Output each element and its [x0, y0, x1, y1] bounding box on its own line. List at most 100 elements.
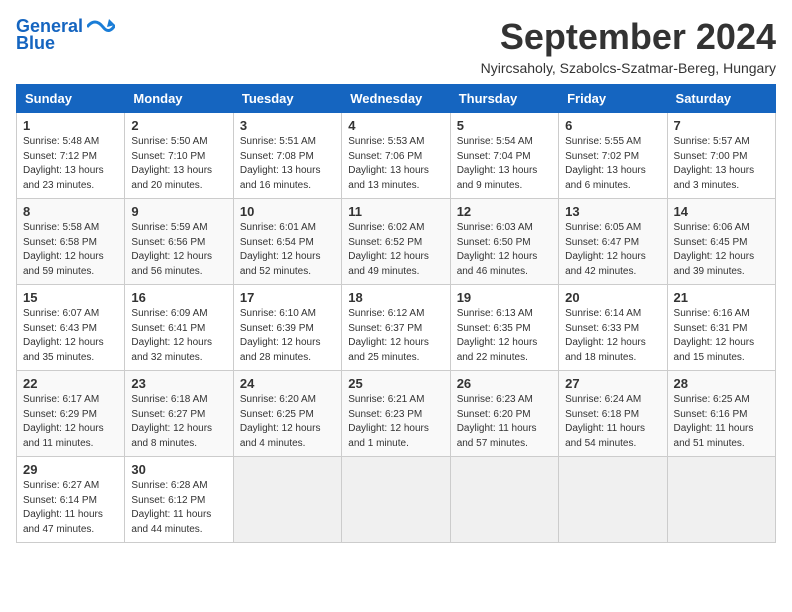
calendar-cell: 5 Sunrise: 5:54 AM Sunset: 7:04 PM Daylig… — [450, 113, 558, 199]
day-detail: Sunrise: 6:10 AM Sunset: 6:39 PM Dayligh… — [240, 307, 335, 365]
day-detail: Sunrise: 6:06 AM Sunset: 6:45 PM Dayligh… — [674, 221, 769, 279]
day-number: 3 — [240, 118, 335, 133]
day-number: 30 — [131, 462, 226, 477]
day-detail: Sunrise: 5:58 AM Sunset: 6:58 PM Dayligh… — [23, 221, 118, 279]
calendar-cell: 15 Sunrise: 6:07 AM Sunset: 6:43 PM Dayli… — [17, 285, 125, 371]
header-friday: Friday — [559, 85, 667, 113]
day-number: 24 — [240, 376, 335, 391]
day-number: 10 — [240, 204, 335, 219]
calendar-cell: 4 Sunrise: 5:53 AM Sunset: 7:06 PM Daylig… — [342, 113, 450, 199]
calendar-cell: 14 Sunrise: 6:06 AM Sunset: 6:45 PM Dayli… — [667, 199, 775, 285]
calendar-cell — [233, 457, 341, 543]
calendar-cell: 18 Sunrise: 6:12 AM Sunset: 6:37 PM Dayli… — [342, 285, 450, 371]
day-number: 18 — [348, 290, 443, 305]
day-detail: Sunrise: 6:07 AM Sunset: 6:43 PM Dayligh… — [23, 307, 118, 365]
logo-icon — [87, 17, 115, 37]
day-number: 22 — [23, 376, 118, 391]
day-detail: Sunrise: 6:14 AM Sunset: 6:33 PM Dayligh… — [565, 307, 660, 365]
day-detail: Sunrise: 6:02 AM Sunset: 6:52 PM Dayligh… — [348, 221, 443, 279]
day-detail: Sunrise: 6:01 AM Sunset: 6:54 PM Dayligh… — [240, 221, 335, 279]
page-header: General Blue September 2024 Nyircsaholy,… — [16, 16, 776, 76]
header-sunday: Sunday — [17, 85, 125, 113]
calendar-cell — [667, 457, 775, 543]
day-number: 13 — [565, 204, 660, 219]
day-number: 8 — [23, 204, 118, 219]
calendar-cell: 23Sunrise: 6:18 AM Sunset: 6:27 PM Dayli… — [125, 371, 233, 457]
day-number: 26 — [457, 376, 552, 391]
calendar-cell: 28 Sunrise: 6:25 AM Sunset: 6:16 PM Dayli… — [667, 371, 775, 457]
day-detail: Sunrise: 6:17 AM Sunset: 6:29 PM Dayligh… — [23, 393, 118, 451]
day-number: 17 — [240, 290, 335, 305]
logo-blue-text: Blue — [16, 33, 55, 54]
calendar-cell — [450, 457, 558, 543]
header-monday: Monday — [125, 85, 233, 113]
calendar-cell: 19Sunrise: 6:13 AM Sunset: 6:35 PM Dayli… — [450, 285, 558, 371]
calendar-week-2: 8 Sunrise: 5:58 AM Sunset: 6:58 PM Daylig… — [17, 199, 776, 285]
day-number: 12 — [457, 204, 552, 219]
day-number: 4 — [348, 118, 443, 133]
day-number: 2 — [131, 118, 226, 133]
calendar-cell — [342, 457, 450, 543]
header-thursday: Thursday — [450, 85, 558, 113]
day-number: 7 — [674, 118, 769, 133]
title-area: September 2024 Nyircsaholy, Szabolcs-Sza… — [481, 16, 776, 76]
calendar-cell — [559, 457, 667, 543]
calendar-cell: 13 Sunrise: 6:05 AM Sunset: 6:47 PM Dayli… — [559, 199, 667, 285]
day-number: 5 — [457, 118, 552, 133]
calendar-cell: 8 Sunrise: 5:58 AM Sunset: 6:58 PM Daylig… — [17, 199, 125, 285]
day-number: 25 — [348, 376, 443, 391]
day-detail: Sunrise: 6:25 AM Sunset: 6:16 PM Dayligh… — [674, 393, 769, 451]
day-detail: Sunrise: 6:28 AM Sunset: 6:12 PM Dayligh… — [131, 479, 226, 537]
calendar-table: Sunday Monday Tuesday Wednesday Thursday… — [16, 84, 776, 543]
day-detail: Sunrise: 6:05 AM Sunset: 6:47 PM Dayligh… — [565, 221, 660, 279]
header-saturday: Saturday — [667, 85, 775, 113]
day-detail: Sunrise: 6:12 AM Sunset: 6:37 PM Dayligh… — [348, 307, 443, 365]
calendar-cell: 26 Sunrise: 6:23 AM Sunset: 6:20 PM Dayli… — [450, 371, 558, 457]
calendar-cell: 3 Sunrise: 5:51 AM Sunset: 7:08 PM Daylig… — [233, 113, 341, 199]
day-detail: Sunrise: 6:23 AM Sunset: 6:20 PM Dayligh… — [457, 393, 552, 451]
day-number: 21 — [674, 290, 769, 305]
day-detail: Sunrise: 5:53 AM Sunset: 7:06 PM Dayligh… — [348, 135, 443, 193]
day-detail: Sunrise: 6:27 AM Sunset: 6:14 PM Dayligh… — [23, 479, 118, 537]
day-number: 1 — [23, 118, 118, 133]
day-detail: Sunrise: 6:09 AM Sunset: 6:41 PM Dayligh… — [131, 307, 226, 365]
calendar-cell: 2 Sunrise: 5:50 AM Sunset: 7:10 PM Daylig… — [125, 113, 233, 199]
calendar-cell: 30 Sunrise: 6:28 AM Sunset: 6:12 PM Dayli… — [125, 457, 233, 543]
day-detail: Sunrise: 5:54 AM Sunset: 7:04 PM Dayligh… — [457, 135, 552, 193]
day-detail: Sunrise: 5:57 AM Sunset: 7:00 PM Dayligh… — [674, 135, 769, 193]
day-detail: Sunrise: 6:21 AM Sunset: 6:23 PM Dayligh… — [348, 393, 443, 451]
day-detail: Sunrise: 6:20 AM Sunset: 6:25 PM Dayligh… — [240, 393, 335, 451]
day-number: 28 — [674, 376, 769, 391]
day-number: 19 — [457, 290, 552, 305]
calendar-cell: 6Sunrise: 5:55 AM Sunset: 7:02 PM Daylig… — [559, 113, 667, 199]
calendar-week-5: 29Sunrise: 6:27 AM Sunset: 6:14 PM Dayli… — [17, 457, 776, 543]
location-title: Nyircsaholy, Szabolcs-Szatmar-Bereg, Hun… — [481, 60, 776, 76]
day-detail: Sunrise: 5:51 AM Sunset: 7:08 PM Dayligh… — [240, 135, 335, 193]
calendar-cell: 11 Sunrise: 6:02 AM Sunset: 6:52 PM Dayli… — [342, 199, 450, 285]
day-detail: Sunrise: 5:59 AM Sunset: 6:56 PM Dayligh… — [131, 221, 226, 279]
day-number: 23 — [131, 376, 226, 391]
day-number: 11 — [348, 204, 443, 219]
day-number: 14 — [674, 204, 769, 219]
calendar-cell: 1 Sunrise: 5:48 AM Sunset: 7:12 PM Daylig… — [17, 113, 125, 199]
calendar-cell: 9 Sunrise: 5:59 AM Sunset: 6:56 PM Daylig… — [125, 199, 233, 285]
calendar-cell: 25 Sunrise: 6:21 AM Sunset: 6:23 PM Dayli… — [342, 371, 450, 457]
calendar-cell: 29Sunrise: 6:27 AM Sunset: 6:14 PM Dayli… — [17, 457, 125, 543]
calendar-cell: 27 Sunrise: 6:24 AM Sunset: 6:18 PM Dayli… — [559, 371, 667, 457]
logo: General Blue — [16, 16, 115, 54]
calendar-week-4: 22 Sunrise: 6:17 AM Sunset: 6:29 PM Dayli… — [17, 371, 776, 457]
calendar-week-3: 15 Sunrise: 6:07 AM Sunset: 6:43 PM Dayli… — [17, 285, 776, 371]
day-detail: Sunrise: 5:48 AM Sunset: 7:12 PM Dayligh… — [23, 135, 118, 193]
day-detail: Sunrise: 5:50 AM Sunset: 7:10 PM Dayligh… — [131, 135, 226, 193]
day-number: 15 — [23, 290, 118, 305]
day-number: 20 — [565, 290, 660, 305]
calendar-cell: 22 Sunrise: 6:17 AM Sunset: 6:29 PM Dayli… — [17, 371, 125, 457]
calendar-cell: 10 Sunrise: 6:01 AM Sunset: 6:54 PM Dayli… — [233, 199, 341, 285]
calendar-cell: 21Sunrise: 6:16 AM Sunset: 6:31 PM Dayli… — [667, 285, 775, 371]
calendar-cell: 12Sunrise: 6:03 AM Sunset: 6:50 PM Dayli… — [450, 199, 558, 285]
day-number: 9 — [131, 204, 226, 219]
calendar-cell: 24 Sunrise: 6:20 AM Sunset: 6:25 PM Dayli… — [233, 371, 341, 457]
day-detail: Sunrise: 6:24 AM Sunset: 6:18 PM Dayligh… — [565, 393, 660, 451]
day-number: 27 — [565, 376, 660, 391]
header-tuesday: Tuesday — [233, 85, 341, 113]
